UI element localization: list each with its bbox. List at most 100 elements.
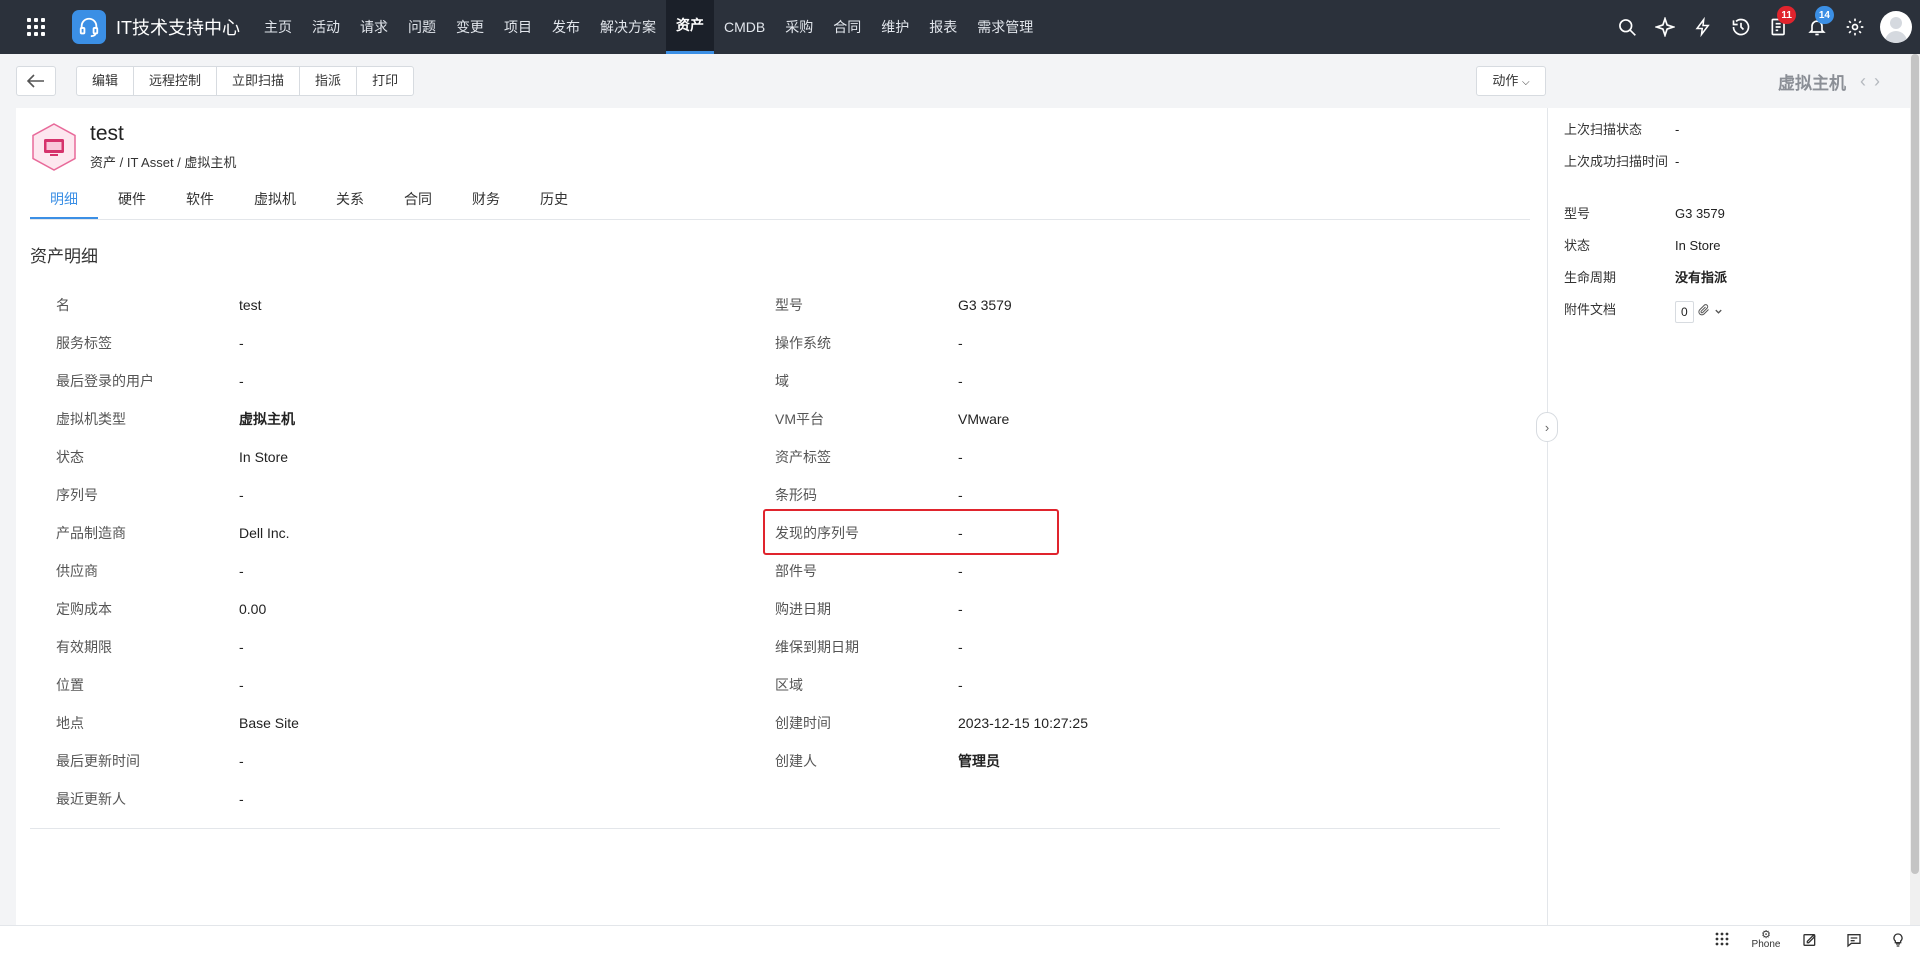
detail-label: 序列号 xyxy=(56,487,98,503)
tab-6[interactable]: 财务 xyxy=(452,180,520,219)
search-icon[interactable] xyxy=(1608,0,1646,54)
side-panel-label: 上次成功扫描时间 xyxy=(1564,154,1669,169)
detail-value: G3 3579 xyxy=(958,297,1012,313)
phone-button[interactable]: ⚙ Phone xyxy=(1744,926,1788,953)
toolbar-button-3[interactable]: 指派 xyxy=(300,67,358,95)
toolbar-button-2[interactable]: 立即扫描 xyxy=(217,67,301,95)
ai-sparkle-icon[interactable] xyxy=(1646,0,1684,54)
nav-item-12[interactable]: 维护 xyxy=(871,0,919,54)
side-panel-row: 上次成功扫描时间 - xyxy=(1564,153,1679,171)
detail-row: 发现的序列号 - xyxy=(775,514,963,552)
scrollbar-thumb[interactable] xyxy=(1911,54,1919,874)
tab-2[interactable]: 软件 xyxy=(166,180,234,219)
lightbulb-icon[interactable] xyxy=(1876,926,1920,953)
detail-row: 资产标签 - xyxy=(775,438,963,476)
user-avatar[interactable] xyxy=(1880,11,1912,43)
nav-item-5[interactable]: 项目 xyxy=(494,0,542,54)
page-scrollbar[interactable] xyxy=(1910,54,1920,925)
nav-item-4[interactable]: 变更 xyxy=(446,0,494,54)
action-dropdown-button[interactable]: 动作 ⌵ xyxy=(1476,66,1546,96)
side-panel-value: G3 3579 xyxy=(1675,206,1725,221)
dialpad-icon[interactable] xyxy=(1700,926,1744,953)
nav-item-11[interactable]: 合同 xyxy=(823,0,871,54)
tab-3[interactable]: 虚拟机 xyxy=(234,180,316,219)
nav-item-3[interactable]: 问题 xyxy=(398,0,446,54)
nav-item-8[interactable]: 资产 xyxy=(666,0,714,54)
detail-row: 创建人 管理员 xyxy=(775,742,1000,780)
detail-row: 虚拟机类型 虚拟主机 xyxy=(56,400,295,438)
side-panel-label: 附件文档 xyxy=(1564,302,1617,317)
history-icon[interactable] xyxy=(1722,0,1760,54)
detail-label: 操作系统 xyxy=(775,335,831,351)
nav-item-13[interactable]: 报表 xyxy=(919,0,967,54)
detail-label: 购进日期 xyxy=(775,601,831,617)
detail-value: - xyxy=(958,563,963,579)
prev-record-icon[interactable]: ‹ xyxy=(1860,71,1866,92)
detail-value: - xyxy=(958,373,963,389)
tab-5[interactable]: 合同 xyxy=(384,180,452,219)
collapse-side-panel-button[interactable]: › xyxy=(1536,412,1558,442)
detail-value: - xyxy=(958,525,963,541)
virtual-host-icon xyxy=(32,122,76,171)
detail-row: 维保到期日期 - xyxy=(775,628,963,666)
detail-label: 维保到期日期 xyxy=(775,639,859,655)
nav-item-7[interactable]: 解决方案 xyxy=(590,0,666,54)
detail-value: 0.00 xyxy=(239,601,267,617)
toolbar-button-4[interactable]: 打印 xyxy=(357,67,413,95)
tab-0[interactable]: 明细 xyxy=(30,180,98,219)
toolbar-button-0[interactable]: 编辑 xyxy=(77,67,135,95)
tab-1[interactable]: 硬件 xyxy=(98,180,166,219)
tab-7[interactable]: 历史 xyxy=(520,180,588,219)
action-label: 动作 xyxy=(1492,73,1519,88)
nav-item-0[interactable]: 主页 xyxy=(254,0,302,54)
next-record-icon[interactable]: › xyxy=(1874,71,1880,92)
side-panel-label: 状态 xyxy=(1564,238,1591,253)
detail-row: 型号 G3 3579 xyxy=(775,286,1012,324)
detail-value: test xyxy=(239,297,262,313)
asset-title: test xyxy=(90,122,124,145)
attachment-control[interactable]: 0 xyxy=(1675,301,1723,323)
toolbar-button-1[interactable]: 远程控制 xyxy=(134,67,218,95)
chevron-down-icon xyxy=(1714,303,1723,321)
nav-item-6[interactable]: 发布 xyxy=(542,0,590,54)
detail-label: 地点 xyxy=(56,715,84,731)
side-panel-value: 没有指派 xyxy=(1675,270,1728,285)
detail-tabs: 明细 硬件 软件 虚拟机 关系 合同 财务 历史 xyxy=(30,180,1530,220)
chevron-right-icon: › xyxy=(1544,419,1550,435)
toolbar: 编辑 远程控制 立即扫描 指派 打印 动作 ⌵ xyxy=(0,54,1548,108)
nav-item-10[interactable]: 采购 xyxy=(775,0,823,54)
nav-item-9[interactable]: CMDB xyxy=(714,0,775,54)
tasks-icon[interactable]: 11 xyxy=(1760,0,1798,54)
detail-label: 位置 xyxy=(56,677,84,693)
chevron-down-icon: ⌵ xyxy=(1522,77,1530,88)
nav-item-2[interactable]: 请求 xyxy=(350,0,398,54)
side-panel-value: In Store xyxy=(1675,238,1721,253)
detail-label: 产品制造商 xyxy=(56,525,126,541)
headset-icon xyxy=(72,10,106,44)
nav-item-1[interactable]: 活动 xyxy=(302,0,350,54)
lightning-icon[interactable] xyxy=(1684,0,1722,54)
detail-row: 条形码 - xyxy=(775,476,963,514)
detail-row: 服务标签 - xyxy=(56,324,244,362)
gear-icon[interactable] xyxy=(1836,0,1874,54)
edit-note-icon[interactable] xyxy=(1788,926,1832,953)
nav-item-14[interactable]: 需求管理 xyxy=(967,0,1043,54)
side-panel-row: 状态 In Store xyxy=(1564,237,1721,255)
detail-value: Dell Inc. xyxy=(239,525,290,541)
section-divider xyxy=(30,828,1500,829)
detail-value: In Store xyxy=(239,449,289,465)
bottom-bar: ⚙ Phone xyxy=(0,925,1920,953)
breadcrumb[interactable]: 资产 / IT Asset / 虚拟主机 xyxy=(90,152,236,171)
bell-icon[interactable]: 14 xyxy=(1798,0,1836,54)
apps-grid-icon[interactable] xyxy=(0,0,72,54)
tab-4[interactable]: 关系 xyxy=(316,180,384,219)
detail-label: 条形码 xyxy=(775,487,817,503)
chat-icon[interactable] xyxy=(1832,926,1876,953)
side-panel-row: 上次扫描状态 - xyxy=(1564,121,1679,139)
detail-row: 序列号 - xyxy=(56,476,244,514)
brand[interactable]: IT技术支持中心 xyxy=(72,10,240,44)
arrow-left-icon xyxy=(27,74,44,88)
back-button[interactable] xyxy=(16,66,56,96)
phone-label: Phone xyxy=(1751,939,1781,950)
detail-value: - xyxy=(239,677,244,693)
